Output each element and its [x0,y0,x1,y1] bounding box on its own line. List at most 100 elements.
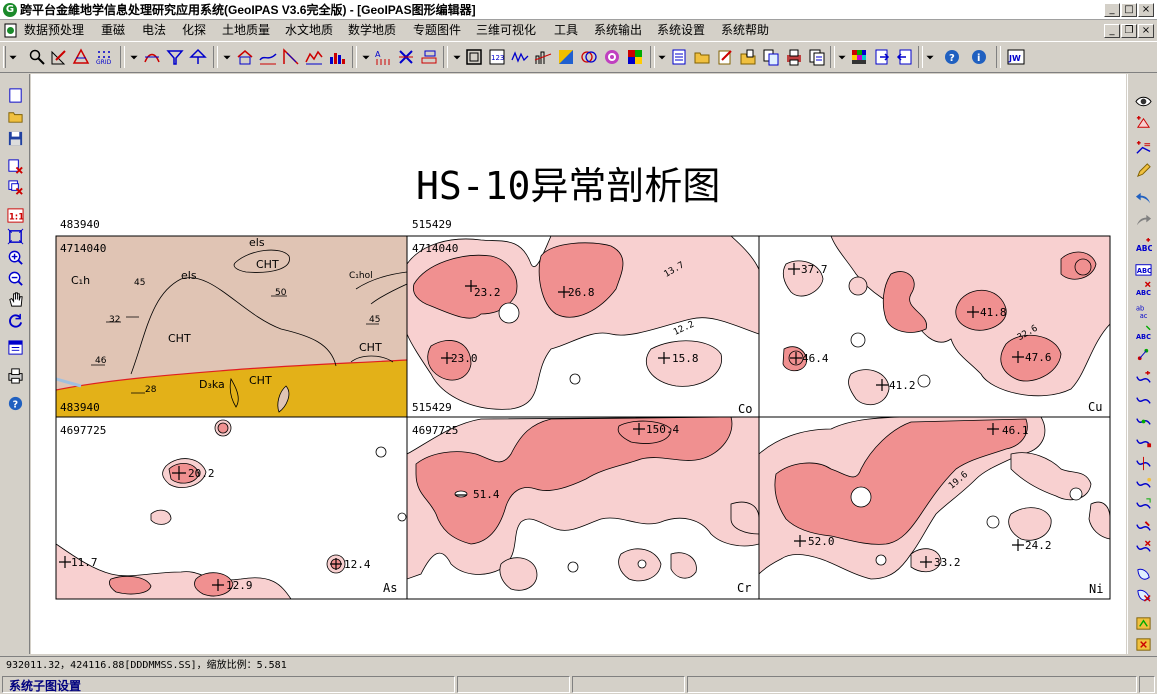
curve-node-icon[interactable] [1134,433,1152,451]
new-doc-icon[interactable] [669,47,689,67]
tool-tag-delete-icon[interactable] [1134,635,1152,653]
profile-icon[interactable] [258,47,278,67]
print-icon[interactable] [6,366,24,384]
tool-tag-icon[interactable] [1134,614,1152,632]
delete-layer-icon[interactable] [6,178,24,196]
jw-logo-icon[interactable]: JW [1006,47,1026,67]
menu-system-settings[interactable]: 系统设置 [657,23,705,38]
pixel-grid-icon[interactable] [625,47,645,67]
frame-icon[interactable] [464,47,484,67]
tree-icon[interactable] [188,47,208,67]
dropdown-arrow-icon[interactable] [128,47,140,67]
zoom-1to1-icon[interactable]: 1:1 [6,206,24,224]
minimize-button[interactable]: _ [1104,3,1120,17]
map-canvas[interactable]: HS-10异常剖析图 483940 515429 els CHT els C₁h… [31,74,1126,654]
dropdown-arrow-icon[interactable] [836,47,848,67]
text-style-icon[interactable]: ab ac [1134,302,1152,320]
histogram-icon[interactable] [327,47,347,67]
export-icon[interactable] [872,47,892,67]
info-icon[interactable]: i [969,47,989,67]
dropdown-arrow-icon[interactable] [656,47,668,67]
curve-split-icon[interactable] [1134,454,1152,472]
node-select-icon[interactable] [1134,345,1152,363]
dropdown-arrow-icon[interactable] [451,47,463,67]
menu-geochem[interactable]: 化探 [182,23,206,38]
edit-doc-icon[interactable] [715,47,735,67]
edit-line-icon[interactable] [49,47,69,67]
copy-doc-icon[interactable] [761,47,781,67]
menu-hydrogeology[interactable]: 水文地质 [285,23,333,38]
layer-icon[interactable] [419,47,439,67]
curve-fit-icon[interactable] [281,47,301,67]
text-move-icon[interactable]: ABC [1134,324,1152,342]
house-icon[interactable] [235,47,255,67]
menu-system-help[interactable]: 系统帮助 [721,23,769,38]
zoom-search-icon[interactable] [27,47,47,67]
properties-icon[interactable] [6,338,24,356]
bar-line-icon[interactable] [533,47,553,67]
open-icon[interactable] [6,107,24,125]
text-add-icon[interactable]: ABC [1134,237,1152,255]
menu-preprocess[interactable]: 数据预处理 [24,23,84,38]
table-text-icon[interactable]: A [373,47,393,67]
curve-move-icon[interactable] [1134,412,1152,430]
refresh-icon[interactable] [6,311,24,329]
text-edit-icon[interactable]: ABC [1134,259,1152,277]
open-folder-icon[interactable] [692,47,712,67]
curve-close-icon[interactable] [1134,496,1152,514]
wave-chart-icon[interactable] [510,47,530,67]
triangle-icon[interactable] [71,47,91,67]
mdi-close-button[interactable]: × [1138,24,1154,38]
number-grid-icon[interactable]: 123 [487,47,507,67]
close-button[interactable]: × [1138,3,1154,17]
add-line-icon[interactable] [1134,139,1152,157]
menu-electric[interactable]: 电法 [142,23,166,38]
menu-land-quality[interactable]: 土地质量 [222,23,270,38]
target-icon[interactable] [602,47,622,67]
menu-thematic-maps[interactable]: 专题图件 [413,23,461,38]
mdi-restore-button[interactable]: ❐ [1121,24,1137,38]
folder-doc-icon[interactable] [738,47,758,67]
pan-hand-icon[interactable] [6,290,24,308]
dropdown-arrow-icon[interactable] [221,47,233,67]
add-point-icon[interactable] [1134,114,1152,132]
print-doc-icon[interactable] [784,47,804,67]
curve-add-icon[interactable] [1134,370,1152,388]
curve-join-icon[interactable] [1134,475,1152,493]
undo-arrow-icon[interactable] [1134,189,1152,207]
resize-grip-icon[interactable] [1139,676,1155,693]
zoom-out-icon[interactable] [6,269,24,287]
maximize-button[interactable]: □ [1121,3,1137,17]
help-icon[interactable]: ? [6,394,24,412]
menu-math-geology[interactable]: 数学地质 [348,23,396,38]
pencil-icon[interactable] [1134,161,1152,179]
grid-icon[interactable]: GRID [94,47,114,67]
chart-line-icon[interactable] [304,47,324,67]
doc-icon[interactable] [3,23,19,38]
curve-edit-icon[interactable] [1134,391,1152,409]
curve-paint-icon[interactable] [1134,518,1152,536]
venn-icon[interactable] [579,47,599,67]
text-delete-icon[interactable]: ABC [1134,280,1152,298]
app-icon[interactable]: G [3,3,17,17]
curve-delete-icon[interactable] [1134,539,1152,557]
import-icon[interactable] [895,47,915,67]
dropdown-arrow-icon[interactable] [924,47,936,67]
menu-gravity-magnetic[interactable]: 重磁 [101,23,125,38]
menu-3d-visualization[interactable]: 三维可视化 [476,23,536,38]
palette-icon[interactable] [849,47,869,67]
filter-icon[interactable] [165,47,185,67]
delete-page-icon[interactable] [6,157,24,175]
mdi-minimize-button[interactable]: _ [1104,24,1120,38]
save-all-icon[interactable] [807,47,827,67]
new-icon[interactable] [6,86,24,104]
color-map-icon[interactable] [556,47,576,67]
region-edit-icon[interactable] [1134,565,1152,583]
save-icon[interactable] [6,129,24,147]
eye-icon[interactable] [1134,92,1152,110]
dropdown-arrow-icon[interactable] [7,47,19,67]
menu-system-output[interactable]: 系统输出 [594,23,642,38]
zoom-in-icon[interactable] [6,248,24,266]
menu-tools[interactable]: 工具 [554,23,578,38]
dropdown-arrow-icon[interactable] [360,47,372,67]
